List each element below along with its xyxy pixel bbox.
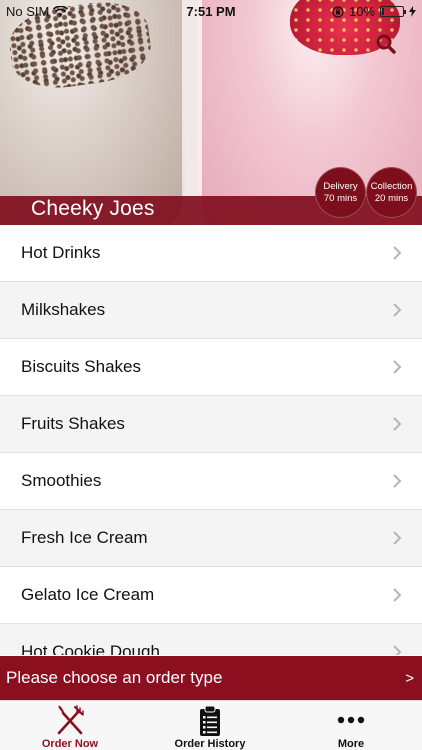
- category-label: Fruits Shakes: [21, 414, 125, 433]
- category-row-fresh-ice-cream[interactable]: Fresh Ice Cream: [0, 510, 422, 567]
- category-row-smoothies[interactable]: Smoothies: [0, 453, 422, 510]
- tab-label: More: [337, 738, 365, 750]
- chevron-right-icon: [393, 645, 402, 655]
- category-row-gelato-ice-cream[interactable]: Gelato Ice Cream: [0, 567, 422, 624]
- category-row-fruits-shakes[interactable]: Fruits Shakes: [0, 396, 422, 453]
- chevron-right-icon: [393, 303, 402, 317]
- delivery-time-badge: Delivery 70 mins: [315, 167, 366, 218]
- category-label: Smoothies: [21, 471, 102, 490]
- delivery-label: Delivery: [323, 180, 358, 192]
- tab-label: Order History: [174, 738, 246, 750]
- tab-more[interactable]: More: [281, 701, 421, 750]
- tab-order-now[interactable]: Order Now: [0, 701, 140, 750]
- battery-percent: 10%: [348, 4, 375, 19]
- category-row-biscuits-shakes[interactable]: Biscuits Shakes: [0, 339, 422, 396]
- chevron-right-icon: [393, 417, 402, 431]
- chevron-right-icon: [393, 474, 402, 488]
- order-type-bar[interactable]: Please choose an order type >: [0, 656, 422, 700]
- restaurant-name: Cheeky Joes: [31, 197, 155, 220]
- orientation-lock-icon: [332, 5, 344, 18]
- category-label: Fresh Ice Cream: [21, 528, 148, 547]
- delivery-time: 70 mins: [323, 192, 358, 204]
- more-dots-icon: [337, 716, 365, 724]
- category-label: Milkshakes: [21, 300, 106, 319]
- bottom-tab-bar: Order Now Order History More: [0, 700, 422, 750]
- tab-label: Order Now: [41, 738, 99, 750]
- chevron-right-icon: [393, 360, 402, 374]
- category-label: Gelato Ice Cream: [21, 585, 155, 604]
- category-row-hot-cookie-dough[interactable]: Hot Cookie Dough: [0, 624, 422, 655]
- menu-category-list[interactable]: Hot Drinks Milkshakes Biscuits Shakes Fr…: [0, 225, 422, 655]
- charging-bolt-icon: [409, 6, 416, 17]
- fork-knife-icon: [57, 705, 84, 735]
- category-row-milkshakes[interactable]: Milkshakes: [0, 282, 422, 339]
- category-row-hot-drinks[interactable]: Hot Drinks: [0, 225, 422, 282]
- search-button[interactable]: [374, 32, 398, 56]
- chevron-right-icon: [393, 531, 402, 545]
- collection-time-badge: Collection 20 mins: [366, 167, 417, 218]
- collection-label: Collection: [370, 180, 413, 192]
- collection-time: 20 mins: [374, 192, 409, 204]
- category-label: Biscuits Shakes: [21, 357, 141, 376]
- category-label: Hot Cookie Dough: [21, 642, 160, 655]
- chevron-right-icon: [393, 588, 402, 602]
- chevron-right-icon: [393, 246, 402, 260]
- tab-order-history[interactable]: Order History: [140, 701, 280, 750]
- order-type-arrow: >: [405, 669, 414, 687]
- clipboard-list-icon: [200, 705, 220, 736]
- battery-icon: [380, 6, 406, 17]
- status-bar: No SIM 7:51 PM 10%: [0, 0, 422, 22]
- category-label: Hot Drinks: [21, 243, 101, 262]
- order-type-prompt: Please choose an order type: [6, 668, 223, 687]
- search-icon: [376, 34, 396, 54]
